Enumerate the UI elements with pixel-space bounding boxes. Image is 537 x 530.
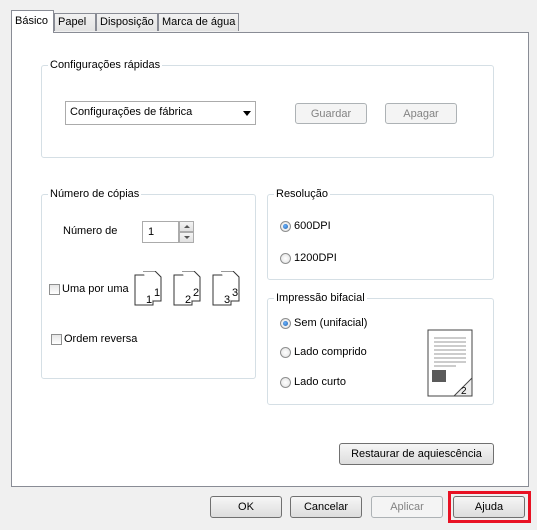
collate-page-label: 1 [154,287,160,299]
collate-pages-icon: 1 1 2 2 3 3 [134,270,240,306]
collate-page-label: 2 [193,287,199,299]
duplex-title: Impressão bifacial [274,291,367,305]
resolution-1200-radio[interactable] [280,253,291,264]
tab-paper[interactable]: Papel [54,13,96,31]
collate-page-label: 3 [224,294,230,306]
resolution-600-radio[interactable] [280,221,291,232]
duplex-long-edge-radio[interactable] [280,347,291,358]
svg-text:2: 2 [461,386,467,397]
ok-button[interactable]: OK [210,496,282,518]
duplex-long-edge-label: Lado comprido [294,346,367,358]
quick-settings-title: Configurações rápidas [48,58,163,72]
stepper-down-button[interactable] [179,232,194,243]
collate-label: Uma por uma [62,283,129,295]
copies-count-label: Número de [63,225,118,237]
duplex-none-radio[interactable] [280,318,291,329]
resolution-1200-label: 1200DPI [294,252,337,264]
collate-checkbox[interactable] [49,284,60,295]
collate-page-label: 3 [232,287,238,299]
reverse-order-checkbox[interactable] [51,334,62,345]
tab-panel-basic: Configurações rápidas Configurações de f… [11,32,529,487]
duplex-short-edge-label: Lado curto [294,376,346,388]
tab-basic[interactable]: Básico [11,10,54,33]
apply-button[interactable]: Aplicar [371,496,443,518]
collate-page-label: 1 [146,294,152,306]
resolution-600-label: 600DPI [294,220,331,232]
duplex-preview-icon: 2 [426,328,474,398]
tab-layout[interactable]: Disposição [96,13,158,31]
duplex-short-edge-radio[interactable] [280,377,291,388]
delete-button[interactable]: Apagar [385,103,457,124]
copies-count-input[interactable]: 1 [142,221,179,243]
chevron-down-icon [184,236,190,239]
cancel-button[interactable]: Cancelar [290,496,362,518]
quick-settings-selected-value: Configurações de fábrica [70,106,193,118]
quick-settings-select[interactable]: Configurações de fábrica [65,101,256,125]
collate-page-label: 2 [185,294,191,306]
copies-title: Número de cópias [48,187,142,201]
reverse-order-label: Ordem reversa [64,333,138,345]
save-button[interactable]: Guardar [295,103,367,124]
copies-stepper[interactable] [179,221,194,243]
chevron-down-icon [243,111,251,116]
tab-watermark[interactable]: Marca de água [158,13,239,31]
collate-preview: 1 1 2 2 3 3 [134,270,246,307]
resolution-group: Resolução [267,187,494,280]
copies-count-value: 1 [148,226,155,238]
resolution-title: Resolução [274,187,330,201]
duplex-none-label: Sem (unifacial) [294,317,368,329]
stepper-up-button[interactable] [179,221,194,232]
help-button[interactable]: Ajuda [453,496,525,518]
chevron-up-icon [184,225,190,228]
restore-defaults-button[interactable]: Restaurar de aquiescência [339,443,494,465]
